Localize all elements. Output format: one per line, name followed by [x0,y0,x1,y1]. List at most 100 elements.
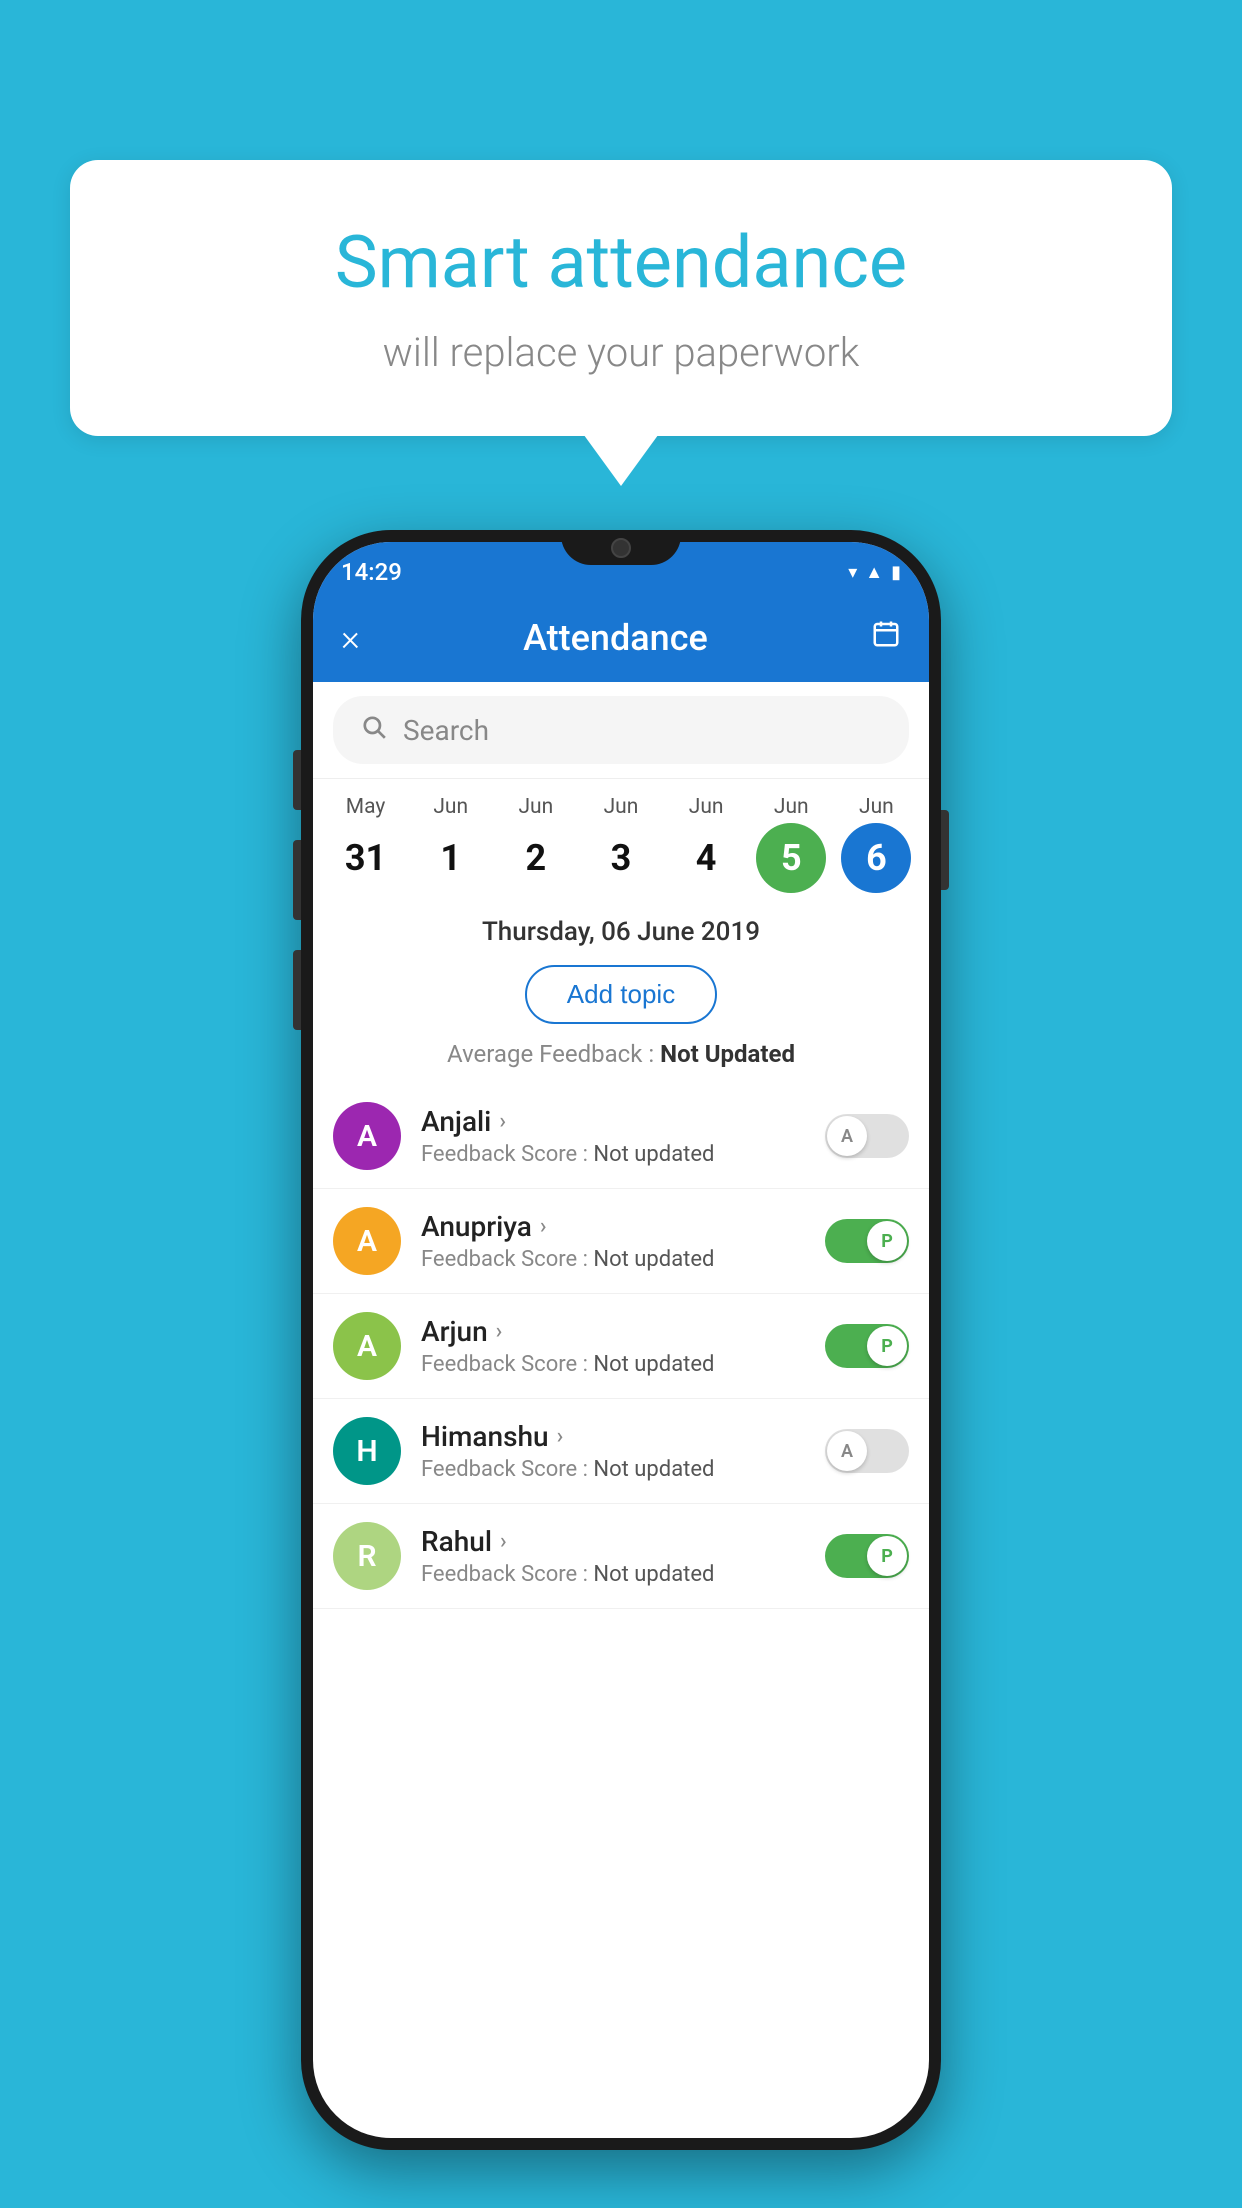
avg-feedback-label: Average Feedback : [447,1040,654,1068]
app-header: × Attendance [313,594,929,682]
student-item[interactable]: AAnupriya ›Feedback Score : Not updated … [313,1189,929,1294]
student-item[interactable]: HHimanshu ›Feedback Score : Not updated … [313,1399,929,1504]
student-avatar: A [333,1312,401,1380]
avg-feedback-value: Not Updated [660,1040,795,1068]
search-icon [361,714,387,747]
attendance-toggle[interactable]: P [825,1219,909,1263]
feedback-value: Not updated [593,1142,714,1167]
date-item-6[interactable]: Jun 6 [836,795,916,893]
student-name: Himanshu › [421,1420,825,1453]
volume-down-button [293,950,301,1030]
status-icons: ▾ ▲ ▮ [848,562,901,583]
toggle-off[interactable]: A [825,1114,909,1158]
chevron-icon: › [500,1529,507,1554]
student-feedback: Feedback Score : Not updated [421,1247,825,1272]
student-info: Anjali › Feedback Score : Not updated [421,1105,825,1167]
selected-date-text: Thursday, 06 June 2019 [333,917,909,947]
date-month: Jun [689,795,724,819]
calendar-icon[interactable] [871,619,901,657]
date-day: 4 [671,823,741,893]
date-day: 1 [416,823,486,893]
wifi-icon: ▾ [848,562,857,583]
toggle-off[interactable]: A [825,1429,909,1473]
student-item[interactable]: R Rahul › Feedback Score : Not updated P [313,1504,929,1609]
date-month: Jun [859,795,894,819]
date-item-0[interactable]: May 31 [326,795,406,893]
speech-bubble-title: Smart attendance [150,220,1092,305]
phone-camera [611,538,631,558]
student-avatar: A [333,1207,401,1275]
toggle-knob: A [827,1431,867,1471]
chevron-icon: › [540,1214,547,1239]
avg-feedback: Average Feedback : Not Updated [333,1040,909,1068]
close-button[interactable]: × [341,617,360,659]
toggle-on[interactable]: P [825,1534,909,1578]
date-item-4[interactable]: Jun 4 [666,795,746,893]
date-strip: May31Jun1Jun2Jun3Jun4Jun5Jun6 [313,779,929,893]
speech-bubble-container: Smart attendance will replace your paper… [70,160,1172,436]
feedback-value: Not updated [593,1457,714,1482]
date-item-1[interactable]: Jun 1 [411,795,491,893]
chevron-icon: › [496,1319,503,1344]
date-month: Jun [774,795,809,819]
battery-icon: ▮ [891,562,901,583]
attendance-toggle[interactable]: A [825,1114,909,1158]
phone-notch [561,530,681,565]
date-item-2[interactable]: Jun2 [496,795,576,893]
date-day: 3 [586,823,656,893]
students-list: AAnjali ›Feedback Score : Not updated A … [313,1084,929,1609]
student-info: Anupriya › Feedback Score : Not updated [421,1210,825,1272]
speech-bubble-subtitle: will replace your paperwork [150,329,1092,376]
search-placeholder: Search [403,714,489,747]
toggle-on[interactable]: P [825,1324,909,1368]
date-item-5[interactable]: Jun5 [751,795,831,893]
feedback-value: Not updated [593,1247,714,1272]
volume-mute-button [293,750,301,810]
student-name: Anupriya › [421,1210,825,1243]
phone-frame: 14:29 ▾ ▲ ▮ × Attendance [301,530,941,2150]
date-day: 31 [331,823,401,893]
student-item[interactable]: AAnjali ›Feedback Score : Not updated A [313,1084,929,1189]
phone-screen: 14:29 ▾ ▲ ▮ × Attendance [313,542,929,2138]
toggle-on[interactable]: P [825,1219,909,1263]
student-feedback: Feedback Score : Not updated [421,1352,825,1377]
student-info: Himanshu › Feedback Score : Not updated [421,1420,825,1482]
student-feedback: Feedback Score : Not updated [421,1562,825,1587]
feedback-value: Not updated [593,1562,714,1587]
date-day: 2 [501,823,571,893]
attendance-toggle[interactable]: P [825,1534,909,1578]
add-topic-button[interactable]: Add topic [525,965,717,1024]
search-container: Search [313,682,929,779]
attendance-toggle[interactable]: A [825,1429,909,1473]
student-avatar: A [333,1102,401,1170]
chevron-icon: › [557,1424,564,1449]
volume-up-button [293,840,301,920]
date-month: Jun [433,795,468,819]
student-name: Arjun › [421,1315,825,1348]
toggle-knob: P [867,1326,907,1366]
feedback-value: Not updated [593,1352,714,1377]
selected-date-area: Thursday, 06 June 2019 Add topic Average… [313,893,929,1084]
phone-mockup: 14:29 ▾ ▲ ▮ × Attendance [301,530,941,2150]
power-button [941,810,949,890]
chevron-icon: › [499,1109,506,1134]
student-feedback: Feedback Score : Not updated [421,1142,825,1167]
date-day: 6 [841,823,911,893]
header-title: Attendance [360,617,871,659]
status-time: 14:29 [341,558,402,586]
search-bar[interactable]: Search [333,696,909,764]
student-avatar: R [333,1522,401,1590]
toggle-knob: P [867,1536,907,1576]
student-info: Rahul › Feedback Score : Not updated [421,1525,825,1587]
date-item-3[interactable]: Jun 3 [581,795,661,893]
student-avatar: H [333,1417,401,1485]
date-month: May [346,795,386,819]
date-month: Jun [604,795,639,819]
student-name: Rahul › [421,1525,825,1558]
student-feedback: Feedback Score : Not updated [421,1457,825,1482]
attendance-toggle[interactable]: P [825,1324,909,1368]
student-item[interactable]: A Arjun › Feedback Score : Not updated P [313,1294,929,1399]
student-info: Arjun › Feedback Score : Not updated [421,1315,825,1377]
student-name: Anjali › [421,1105,825,1138]
signal-icon: ▲ [865,562,883,583]
